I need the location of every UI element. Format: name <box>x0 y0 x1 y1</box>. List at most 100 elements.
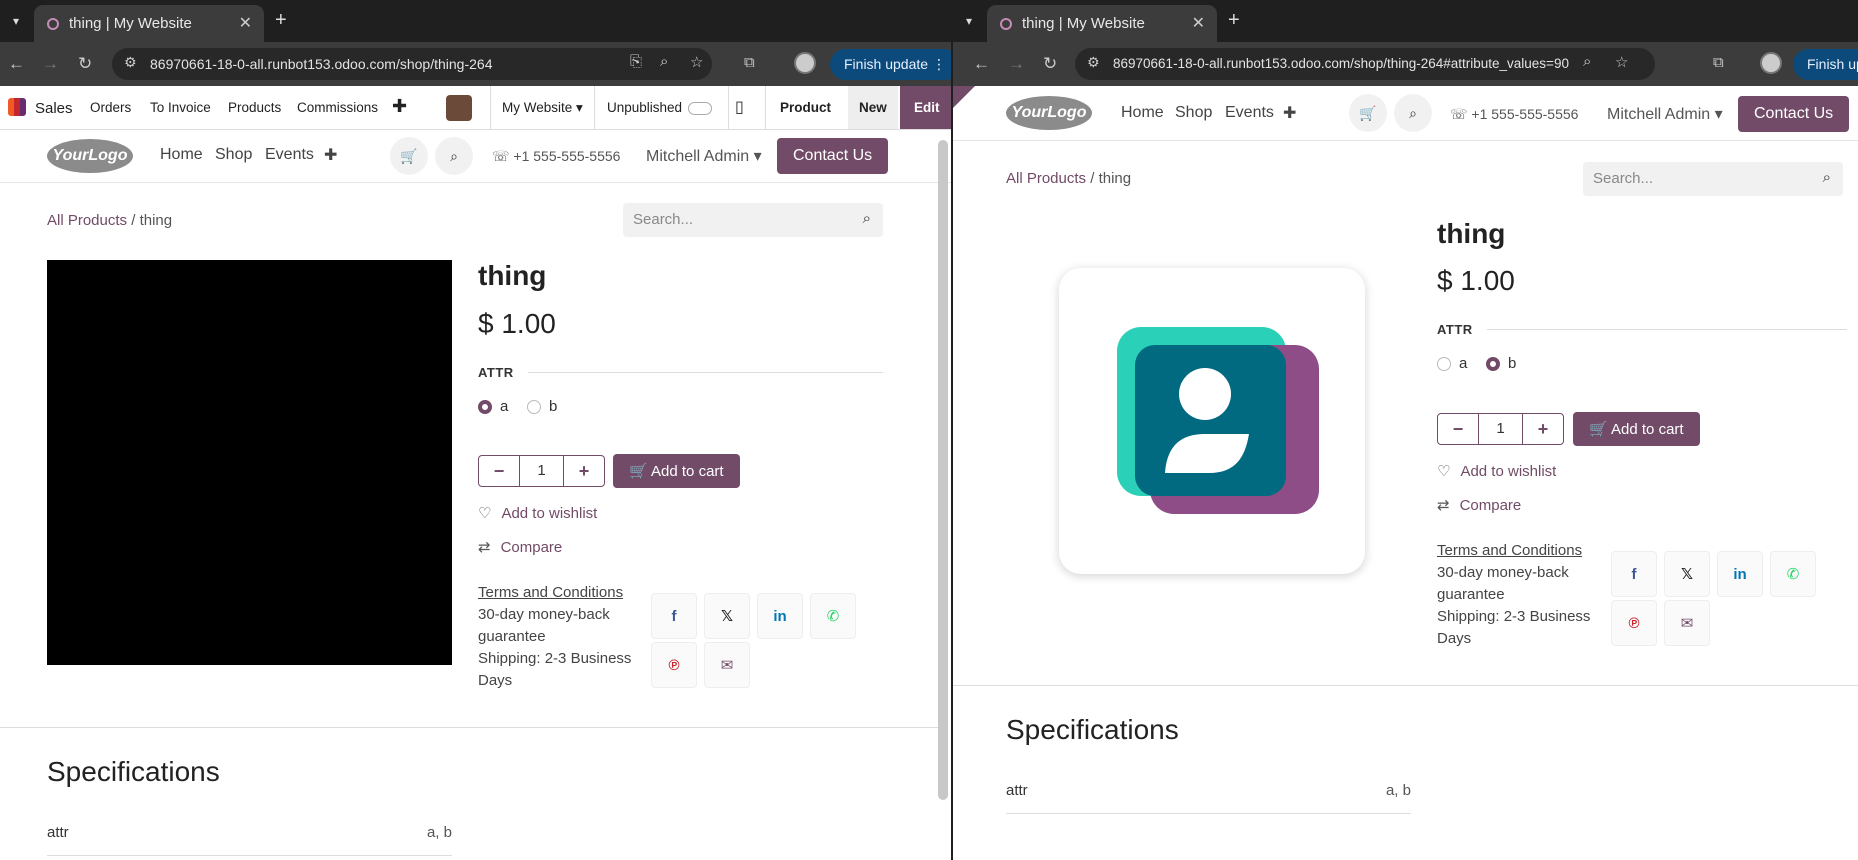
add-menu-icon[interactable]: ✚ <box>392 96 407 117</box>
search-submit-icon[interactable]: ⌕ <box>863 210 871 227</box>
install-icon[interactable]: ⎘ <box>630 53 642 70</box>
browser-tab[interactable]: thing | My Website ✕ <box>34 5 264 42</box>
profile-avatar[interactable] <box>794 52 816 74</box>
mobile-preview-icon[interactable]: ▯ <box>735 97 744 117</box>
nav-events[interactable]: Events <box>265 146 314 164</box>
site-logo[interactable]: YourLogo <box>47 139 133 173</box>
bookmark-star-icon[interactable]: ☆ <box>1615 53 1628 71</box>
product-search-input[interactable]: Search... ⌕ <box>1583 162 1843 196</box>
compare-link[interactable]: ⇄ Compare <box>1437 496 1521 514</box>
app-name[interactable]: Sales <box>35 100 73 117</box>
nav-home[interactable]: Home <box>1121 104 1164 122</box>
reload-icon[interactable]: ↻ <box>1043 54 1057 74</box>
product-search-input[interactable]: Search... ⌕ <box>623 203 883 237</box>
close-tab-icon[interactable]: ✕ <box>1192 13 1205 33</box>
tab-search-icon[interactable]: ▾ <box>4 9 28 33</box>
page-scrollbar[interactable] <box>938 140 948 800</box>
menu-products[interactable]: Products <box>228 100 281 115</box>
search-submit-icon[interactable]: ⌕ <box>1823 169 1831 186</box>
extensions-icon[interactable]: ⧉ <box>1713 54 1724 71</box>
url-field[interactable]: ⚙ 86970661-18-0-all.runbot153.odoo.com/s… <box>1075 48 1655 80</box>
terms-link[interactable]: Terms and Conditions <box>478 582 638 604</box>
increase-qty-button[interactable]: + <box>564 456 604 486</box>
nav-events[interactable]: Events <box>1225 104 1274 122</box>
nav-add-icon[interactable]: ✚ <box>1283 103 1296 123</box>
nav-shop[interactable]: Shop <box>1175 104 1212 122</box>
share-pinterest-icon[interactable]: ℗ <box>651 642 697 688</box>
edit-button[interactable]: Edit <box>914 100 940 115</box>
sales-app-icon[interactable] <box>8 98 26 116</box>
reload-icon[interactable]: ↻ <box>78 54 92 74</box>
zoom-icon[interactable]: ⌕ <box>660 53 668 70</box>
menu-to-invoice[interactable]: To Invoice <box>150 100 211 115</box>
nav-shop[interactable]: Shop <box>215 146 252 164</box>
new-tab-icon[interactable]: + <box>275 9 287 32</box>
tab-search-icon[interactable]: ▾ <box>957 9 981 33</box>
share-facebook-icon[interactable]: f <box>1611 551 1657 597</box>
menu-orders[interactable]: Orders <box>90 100 131 115</box>
terms-link[interactable]: Terms and Conditions <box>1437 540 1597 562</box>
share-pinterest-icon[interactable]: ℗ <box>1611 600 1657 646</box>
breadcrumb-all-products[interactable]: All Products <box>1006 170 1086 187</box>
compare-link[interactable]: ⇄ Compare <box>478 538 562 556</box>
site-logo[interactable]: YourLogo <box>1006 96 1092 130</box>
menu-commissions[interactable]: Commissions <box>297 100 378 115</box>
nav-add-icon[interactable]: ✚ <box>324 145 337 165</box>
extensions-icon[interactable]: ⧉ <box>744 54 755 71</box>
decrease-qty-button[interactable]: − <box>479 456 519 486</box>
url-field[interactable]: ⚙ 86970661-18-0-all.runbot153.odoo.com/s… <box>112 48 712 80</box>
share-linkedin-icon[interactable]: in <box>1717 551 1763 597</box>
share-linkedin-icon[interactable]: in <box>757 593 803 639</box>
publish-toggle[interactable] <box>688 102 712 115</box>
bookmark-star-icon[interactable]: ☆ <box>690 53 703 71</box>
quantity-input[interactable]: 1 <box>1478 414 1523 444</box>
back-icon[interactable]: ← <box>8 54 25 74</box>
new-button[interactable]: New <box>859 100 887 115</box>
user-avatar[interactable] <box>446 95 472 121</box>
wishlist-label: Add to wishlist <box>501 505 598 522</box>
share-whatsapp-icon[interactable]: ✆ <box>810 593 856 639</box>
cart-icon[interactable]: 🛒 <box>390 137 428 175</box>
search-icon[interactable]: ⌕ <box>1394 94 1432 132</box>
contact-us-button[interactable]: Contact Us <box>777 138 889 174</box>
quantity-input[interactable]: 1 <box>519 456 564 486</box>
nav-home[interactable]: Home <box>160 146 203 164</box>
contact-us-button[interactable]: Contact Us <box>1738 96 1850 132</box>
website-switcher[interactable]: My Website ▾ <box>502 100 583 116</box>
add-to-wishlist-link[interactable]: ♡ Add to wishlist <box>478 504 597 522</box>
tab-title: thing | My Website <box>1022 15 1145 32</box>
browser-tab[interactable]: thing | My Website ✕ <box>987 5 1217 42</box>
forward-icon[interactable]: → <box>1008 54 1025 74</box>
decrease-qty-button[interactable]: − <box>1438 414 1478 444</box>
search-icon[interactable]: ⌕ <box>435 137 473 175</box>
specifications-title: Specifications <box>1006 714 1179 745</box>
phone-link[interactable]: ☏ +1 555-555-5556 <box>492 148 620 165</box>
forward-icon[interactable]: → <box>42 54 59 74</box>
add-to-cart-button[interactable]: 🛒 Add to cart <box>613 454 740 488</box>
site-info-icon[interactable]: ⚙ <box>1087 54 1100 71</box>
user-menu[interactable]: Mitchell Admin ▾ <box>1607 104 1723 124</box>
phone-link[interactable]: ☏ +1 555-555-5556 <box>1450 106 1578 123</box>
share-whatsapp-icon[interactable]: ✆ <box>1770 551 1816 597</box>
add-to-cart-button[interactable]: 🛒 Add to cart <box>1573 412 1700 446</box>
finish-update-button[interactable]: Finish update ⋮ <box>830 49 951 80</box>
increase-qty-button[interactable]: + <box>1523 414 1563 444</box>
new-tab-icon[interactable]: + <box>1228 9 1240 32</box>
user-menu[interactable]: Mitchell Admin ▾ <box>646 146 762 166</box>
cart-icon[interactable]: 🛒 <box>1349 94 1387 132</box>
close-tab-icon[interactable]: ✕ <box>239 13 252 33</box>
share-x-icon[interactable]: 𝕏 <box>1664 551 1710 597</box>
share-x-icon[interactable]: 𝕏 <box>704 593 750 639</box>
share-email-icon[interactable]: ✉ <box>704 642 750 688</box>
zoom-icon[interactable]: ⌕ <box>1583 53 1591 70</box>
site-info-icon[interactable]: ⚙ <box>124 54 137 71</box>
product-button[interactable]: Product <box>780 100 831 115</box>
profile-avatar[interactable] <box>1760 52 1782 74</box>
finish-update-button[interactable]: Finish upd <box>1793 49 1858 80</box>
add-to-wishlist-link[interactable]: ♡ Add to wishlist <box>1437 462 1556 480</box>
share-email-icon[interactable]: ✉ <box>1664 600 1710 646</box>
breadcrumb-all-products[interactable]: All Products <box>47 212 127 229</box>
back-icon[interactable]: ← <box>973 54 990 74</box>
share-facebook-icon[interactable]: f <box>651 593 697 639</box>
shipping-line-2: Days <box>478 672 513 689</box>
